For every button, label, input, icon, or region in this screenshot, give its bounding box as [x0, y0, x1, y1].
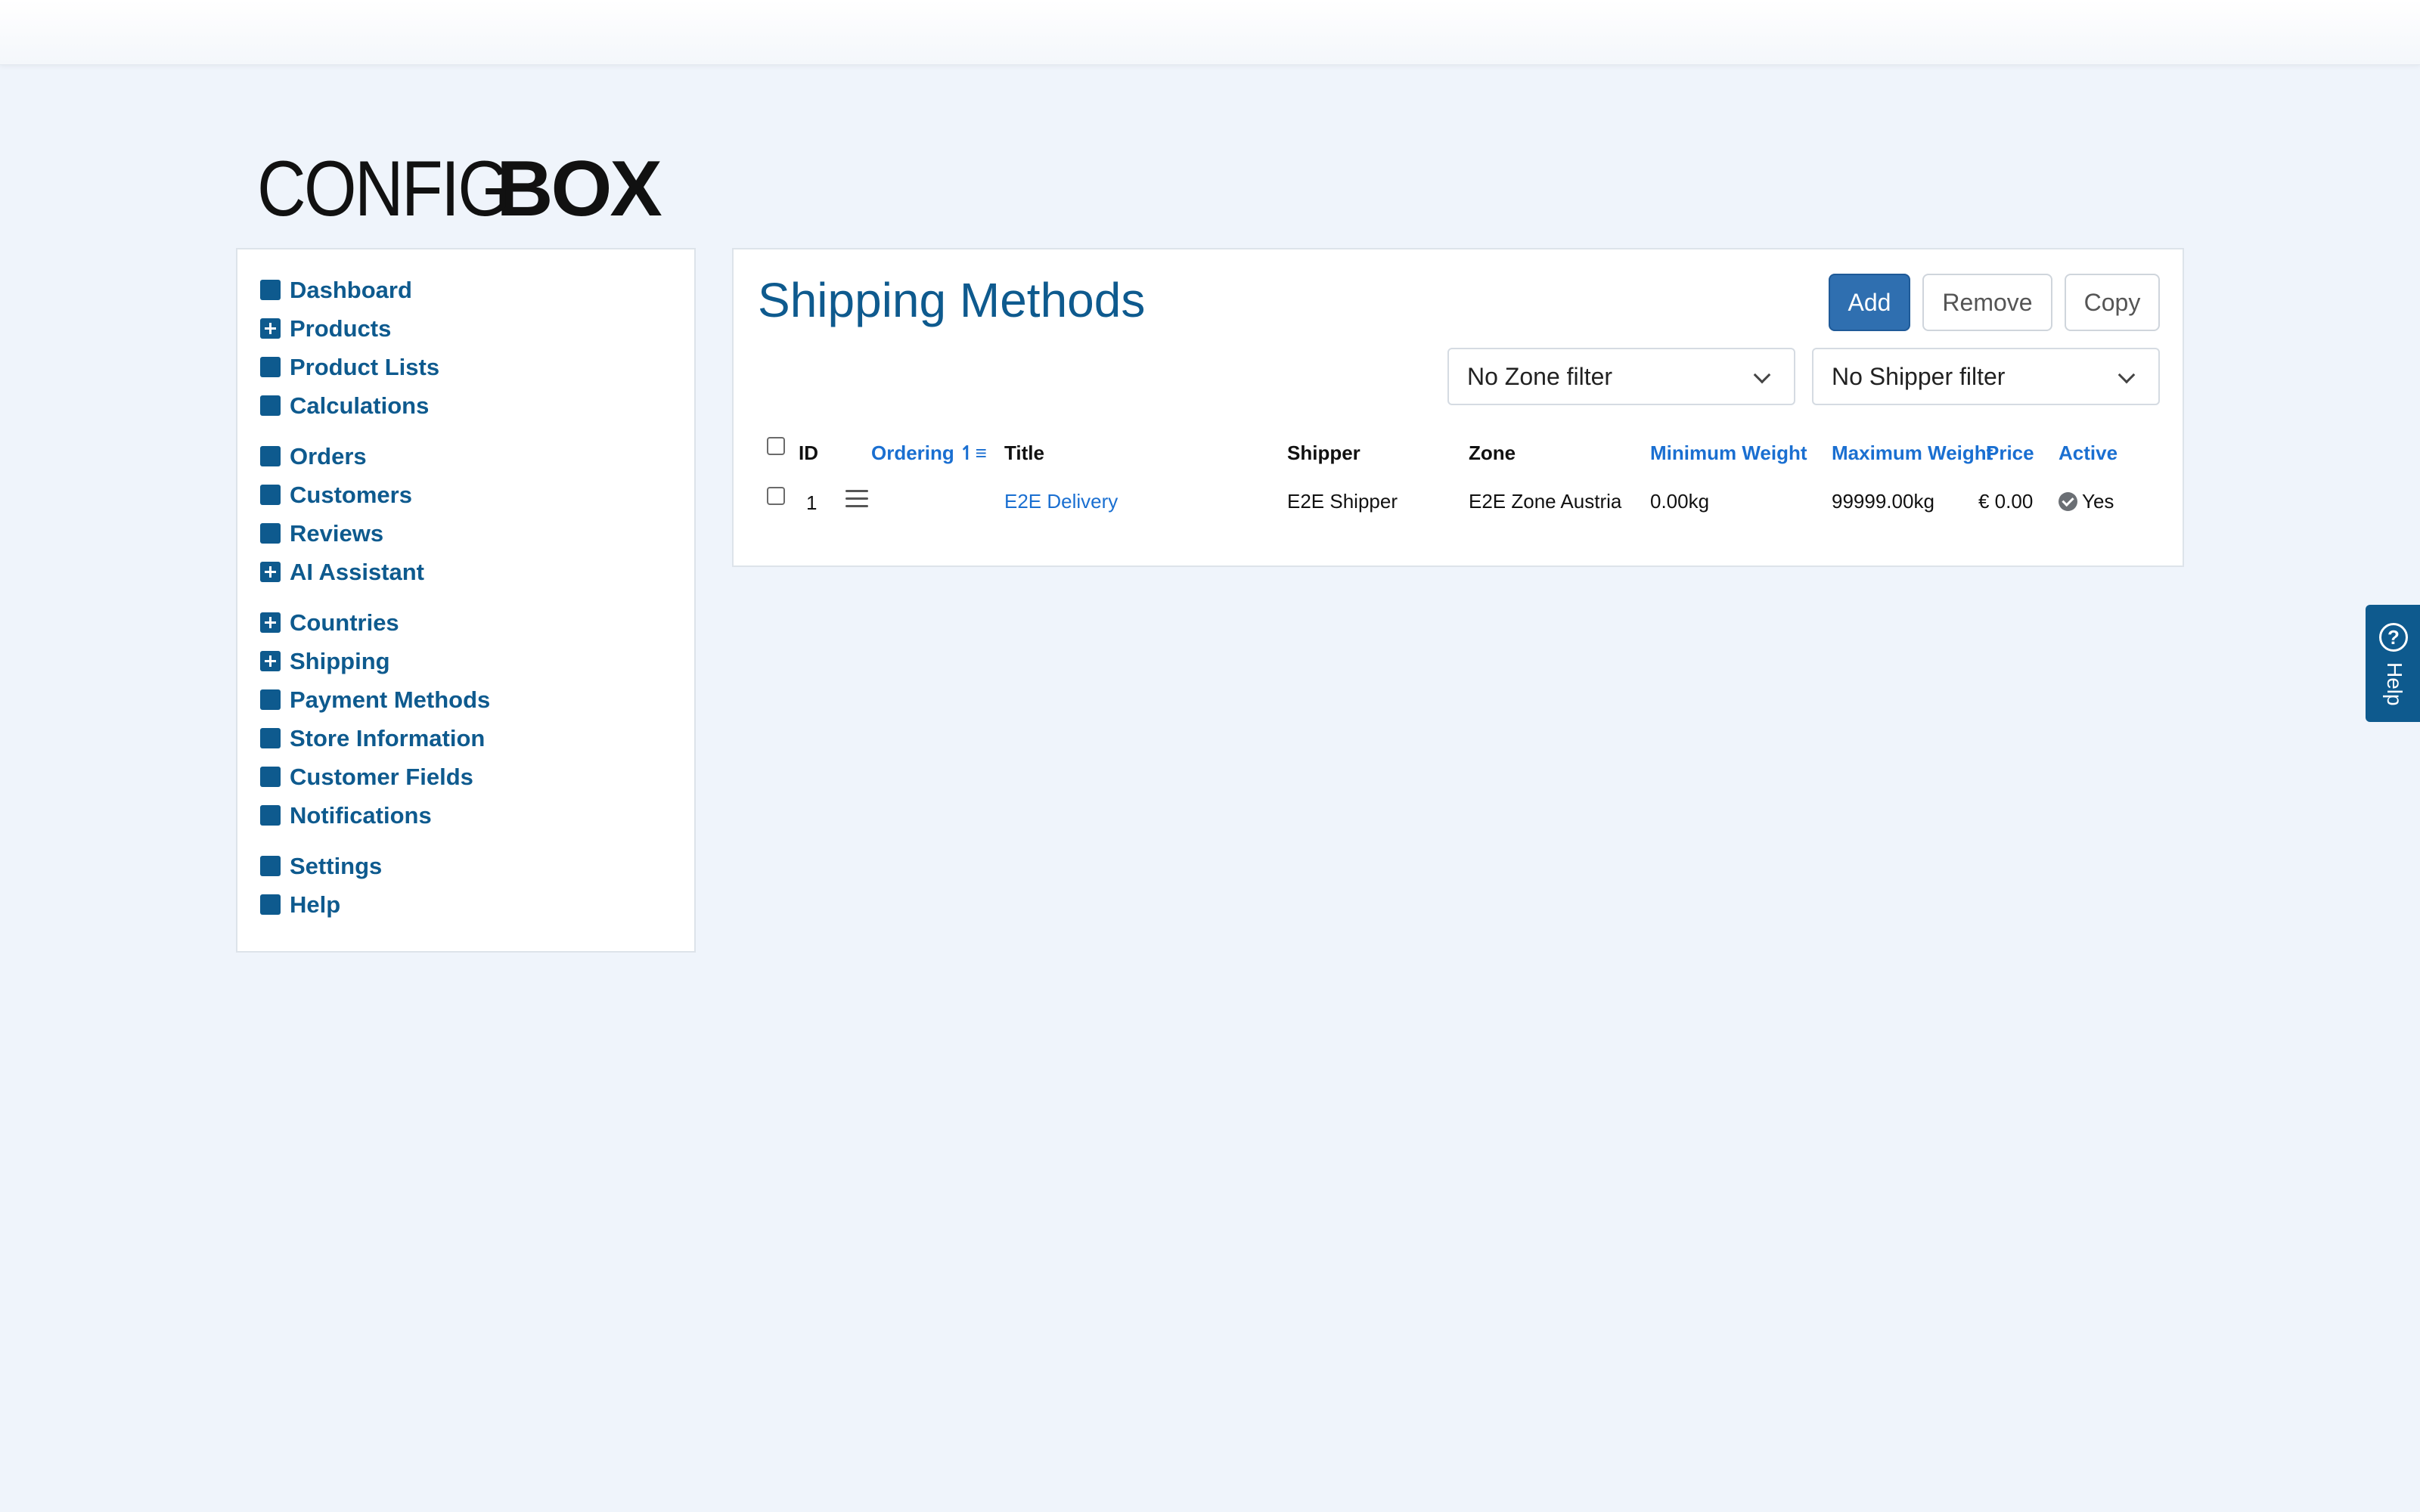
- sidebar-item-label: Dashboard: [290, 276, 412, 303]
- column-header-title: Title: [1004, 442, 1044, 464]
- drag-handle-icon[interactable]: [845, 490, 868, 510]
- remove-button[interactable]: Remove: [1922, 274, 2052, 331]
- square-icon: [260, 767, 281, 787]
- shipping-methods-panel: Shipping Methods Add Remove Copy No Zone…: [732, 248, 2184, 567]
- zone-filter-select[interactable]: No Zone filter: [1447, 348, 1795, 405]
- sidebar-item-customer-fields[interactable]: Customer Fields: [260, 758, 694, 796]
- chevron-down-icon: [2118, 366, 2136, 384]
- check-circle-icon: [2059, 492, 2077, 511]
- sidebar-item-label: Payment Methods: [290, 686, 491, 713]
- column-header-ordering[interactable]: Ordering ↿≡: [871, 442, 987, 465]
- logo-text-light: CONFIG: [257, 145, 510, 233]
- square-icon: [260, 805, 281, 826]
- sidebar-item-help[interactable]: Help: [260, 885, 694, 924]
- column-header-zone: Zone: [1469, 442, 1516, 464]
- sidebar-item-label: Shipping: [290, 647, 390, 674]
- sidebar-group: Orders Customers Reviews AI Assistant: [260, 437, 694, 591]
- sidebar-menu: Dashboard Products Product Lists Calculatio…: [236, 248, 696, 953]
- sidebar-item-label: Customers: [290, 481, 412, 508]
- square-icon: [260, 485, 281, 505]
- plus-square-icon: [260, 651, 281, 671]
- sidebar-item-countries[interactable]: Countries: [260, 603, 694, 642]
- sidebar-item-label: Notifications: [290, 801, 432, 829]
- logo-text-bold: BOX: [496, 145, 662, 233]
- column-header-active[interactable]: Active: [2059, 442, 2118, 465]
- sidebar-item-label: Help: [290, 891, 341, 918]
- sidebar-item-notifications[interactable]: Notifications: [260, 796, 694, 835]
- shipper-filter-value: No Shipper filter: [1832, 362, 2006, 390]
- sidebar-item-label: Orders: [290, 442, 367, 469]
- plus-square-icon: [260, 318, 281, 339]
- sidebar-group: Countries Shipping Payment Methods Store In…: [260, 603, 694, 835]
- square-icon: [260, 523, 281, 544]
- chevron-down-icon: [1753, 366, 1771, 384]
- square-icon: [260, 894, 281, 915]
- column-header-maximum-weight[interactable]: Maximum Weight: [1832, 442, 1993, 465]
- row-active[interactable]: Yes: [2059, 490, 2114, 513]
- square-icon: [260, 728, 281, 748]
- square-icon: [260, 856, 281, 876]
- square-icon: [260, 446, 281, 466]
- sidebar-item-label: Store Information: [290, 724, 486, 751]
- row-price: € 0.00: [1978, 490, 2034, 513]
- copy-button[interactable]: Copy: [2065, 274, 2160, 331]
- column-header-ordering-label: Ordering: [871, 442, 954, 464]
- help-tab-label: Help: [2383, 662, 2406, 706]
- top-bar: [0, 0, 2420, 65]
- sidebar-item-label: Reviews: [290, 519, 384, 547]
- sidebar-item-reviews[interactable]: Reviews: [260, 514, 694, 553]
- question-circle-icon: ?: [2379, 623, 2408, 652]
- page-title: Shipping Methods: [758, 273, 1146, 327]
- row-active-label: Yes: [2082, 490, 2114, 513]
- sidebar-item-label: Countries: [290, 609, 399, 636]
- sidebar-item-label: Products: [290, 314, 392, 342]
- sidebar-item-store-information[interactable]: Store Information: [260, 719, 694, 758]
- sidebar-item-orders[interactable]: Orders: [260, 437, 694, 476]
- column-header-id: ID: [799, 442, 818, 464]
- row-zone: E2E Zone Austria: [1469, 490, 1622, 513]
- sidebar-group: Dashboard Products Product Lists Calculatio…: [260, 271, 694, 425]
- plus-square-icon: [260, 562, 281, 582]
- column-header-shipper: Shipper: [1287, 442, 1360, 464]
- add-button[interactable]: Add: [1829, 274, 1910, 331]
- sidebar-item-label: Settings: [290, 852, 383, 879]
- square-icon: [260, 280, 281, 300]
- column-header-price[interactable]: Price: [1986, 442, 2034, 465]
- row-maximum-weight: 99999.00kg: [1832, 490, 1934, 513]
- sidebar-item-label: Calculations: [290, 392, 430, 419]
- row-minimum-weight: 0.00kg: [1650, 490, 1710, 513]
- help-tab[interactable]: ? Help: [2366, 605, 2420, 722]
- sidebar-group: Settings Help: [260, 847, 694, 924]
- column-header-minimum-weight[interactable]: Minimum Weight: [1650, 442, 1807, 465]
- sidebar-item-label: AI Assistant: [290, 558, 425, 585]
- sidebar-item-payment-methods[interactable]: Payment Methods: [260, 680, 694, 719]
- sidebar-item-calculations[interactable]: Calculations: [260, 386, 694, 425]
- sidebar-item-products[interactable]: Products: [260, 309, 694, 348]
- configbox-logo[interactable]: CONFIGBOX: [257, 145, 662, 233]
- square-icon: [260, 689, 281, 710]
- sidebar-item-dashboard[interactable]: Dashboard: [260, 271, 694, 309]
- shipper-filter-select[interactable]: No Shipper filter: [1812, 348, 2160, 405]
- square-icon: [260, 357, 281, 377]
- row-select-checkbox[interactable]: [767, 487, 785, 505]
- plus-square-icon: [260, 612, 281, 633]
- zone-filter-value: No Zone filter: [1467, 362, 1613, 390]
- sidebar-item-customers[interactable]: Customers: [260, 476, 694, 514]
- sidebar-item-label: Product Lists: [290, 353, 440, 380]
- sort-ascending-icon: ↿≡: [958, 442, 987, 464]
- sidebar-item-ai-assistant[interactable]: AI Assistant: [260, 553, 694, 591]
- row-shipper: E2E Shipper: [1287, 490, 1398, 513]
- sidebar-item-shipping[interactable]: Shipping: [260, 642, 694, 680]
- square-icon: [260, 395, 281, 416]
- sidebar-item-settings[interactable]: Settings: [260, 847, 694, 885]
- sidebar-item-label: Customer Fields: [290, 763, 473, 790]
- row-id: 1: [806, 491, 818, 514]
- sidebar-item-product-lists[interactable]: Product Lists: [260, 348, 694, 386]
- select-all-checkbox[interactable]: [767, 437, 785, 455]
- row-title-link[interactable]: E2E Delivery: [1004, 490, 1118, 513]
